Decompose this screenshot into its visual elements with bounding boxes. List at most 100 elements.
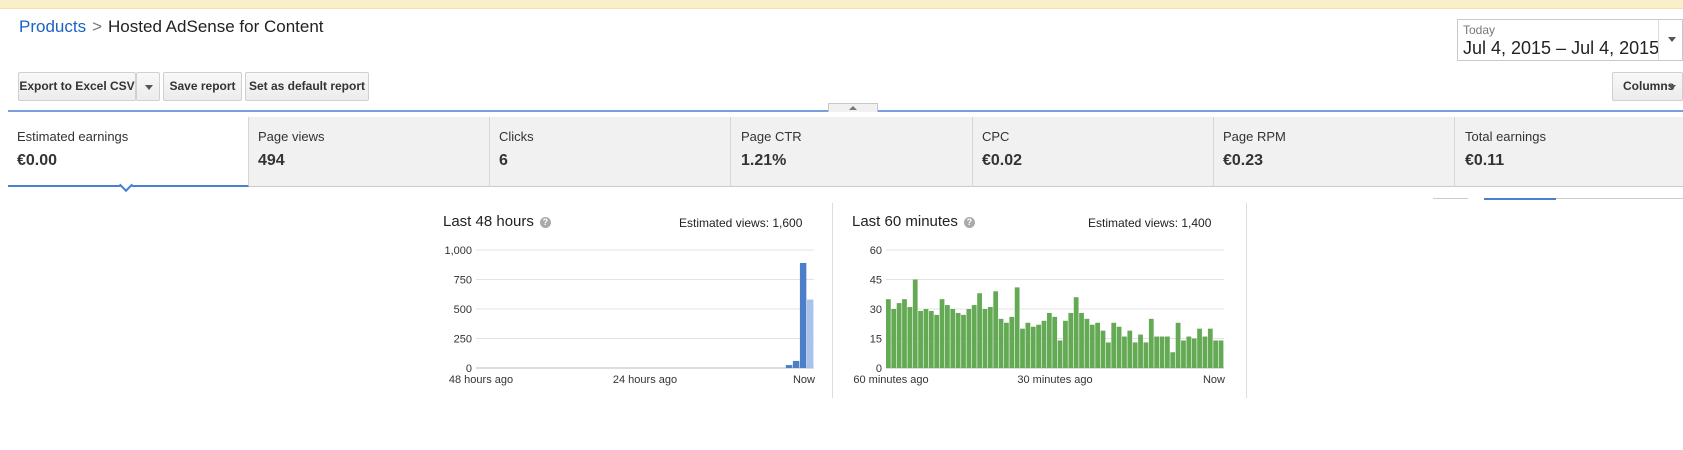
- chart-60m-bar[interactable]: [1191, 338, 1197, 369]
- chart-60m-bar[interactable]: [1063, 320, 1068, 368]
- tab-strip-fragment: [1556, 198, 1683, 199]
- chart-48h-y-tick-label: 250: [454, 334, 472, 346]
- chart-60m-bar[interactable]: [982, 309, 988, 368]
- chart-48h-bar[interactable]: [792, 360, 800, 368]
- metric-value: 494: [258, 152, 285, 169]
- chart-48h-bar[interactable]: [799, 262, 807, 368]
- chart-60m-bar[interactable]: [1138, 334, 1143, 368]
- metric-tab-clicks[interactable]: Clicks 6: [490, 117, 731, 187]
- chart-60m-bar[interactable]: [1148, 318, 1154, 368]
- export-csv-button[interactable]: Export to Excel CSV: [18, 72, 136, 101]
- chart-60m-bar[interactable]: [1095, 322, 1101, 368]
- chart-60m-bar[interactable]: [1009, 316, 1015, 368]
- chart-48h-bar[interactable]: [806, 299, 814, 368]
- metric-tab-page-ctr[interactable]: Page CTR 1.21%: [732, 117, 973, 187]
- chart-60m-bar[interactable]: [1068, 312, 1074, 368]
- chart-60m-bar[interactable]: [1197, 328, 1202, 368]
- chart-60m-bar[interactable]: [1030, 326, 1036, 368]
- chart-60m-bar[interactable]: [1132, 342, 1138, 368]
- chart-48h-x-tick-label: Now: [793, 374, 815, 386]
- chart-60m-bar[interactable]: [955, 312, 961, 368]
- export-options-dropdown[interactable]: [136, 72, 160, 101]
- chart-60m-bar[interactable]: [993, 291, 999, 368]
- chart-48h-y-tick-label: 1,000: [444, 245, 472, 257]
- chart-60m-bar[interactable]: [966, 309, 972, 368]
- date-range-picker[interactable]: Today Jul 4, 2015 – Jul 4, 2015: [1457, 19, 1683, 61]
- chart-60m-bar[interactable]: [1089, 324, 1095, 368]
- chart-60m-bar[interactable]: [912, 279, 918, 369]
- chart-60m-bar[interactable]: [928, 310, 934, 368]
- breadcrumb-products-link[interactable]: Products: [19, 17, 86, 36]
- chart-60m-bar[interactable]: [1127, 330, 1133, 368]
- chart-60m-bar[interactable]: [1218, 340, 1224, 368]
- chart-60m-bar[interactable]: [950, 309, 956, 368]
- chart-60m-bar[interactable]: [1164, 336, 1170, 368]
- metric-tab-cpc[interactable]: CPC €0.02: [973, 117, 1214, 187]
- columns-button[interactable]: Columns: [1612, 72, 1683, 101]
- chart-60m-bar[interactable]: [886, 299, 891, 368]
- chart-60m-bar[interactable]: [987, 307, 993, 368]
- save-report-button[interactable]: Save report: [163, 72, 242, 101]
- chart-60m-bar[interactable]: [896, 303, 902, 368]
- chart-60m-bar[interactable]: [939, 299, 945, 368]
- panel-divider: [832, 203, 833, 398]
- chart-60m-bar[interactable]: [1213, 340, 1219, 368]
- chart-60m-bar[interactable]: [945, 305, 950, 368]
- chart-60m-bar[interactable]: [1100, 330, 1106, 368]
- metric-tab-page-rpm[interactable]: Page RPM €0.23: [1214, 117, 1455, 187]
- chart-60m-bar[interactable]: [918, 310, 923, 368]
- metric-name: Page RPM: [1223, 129, 1286, 144]
- chart-60m-bar[interactable]: [1105, 342, 1111, 368]
- chart-60m-bar[interactable]: [1046, 312, 1052, 368]
- chart-60m-bar[interactable]: [1181, 340, 1186, 368]
- chart-60m-bar[interactable]: [1084, 318, 1090, 368]
- tab-strip-fragment: [1484, 198, 1556, 200]
- chart-60m-x-tick-label: Now: [1203, 374, 1225, 386]
- chart-60m-bar[interactable]: [1014, 287, 1020, 368]
- chart-60m-bar[interactable]: [1186, 336, 1192, 368]
- breadcrumb-separator: >: [92, 17, 103, 36]
- metric-name: Total earnings: [1465, 129, 1546, 144]
- chart-60m-bar[interactable]: [1154, 336, 1160, 368]
- chart-60m-bar[interactable]: [977, 293, 982, 368]
- chart-60m-bar[interactable]: [1025, 322, 1031, 368]
- metric-name: Estimated earnings: [17, 129, 129, 144]
- set-default-report-button[interactable]: Set as default report: [245, 72, 369, 101]
- chevron-down-icon[interactable]: [1658, 20, 1683, 60]
- metric-tab-estimated-earnings[interactable]: Estimated earnings €0.00: [8, 117, 249, 193]
- metric-value: €0.23: [1223, 152, 1264, 169]
- chart-60m-bar[interactable]: [1143, 342, 1149, 368]
- chart-60m-bar[interactable]: [1073, 297, 1079, 368]
- chart-60m-bar[interactable]: [1004, 322, 1009, 368]
- chart-60m-bar[interactable]: [998, 318, 1004, 368]
- chart-60m-bar[interactable]: [1202, 336, 1208, 368]
- chart-60m-bar[interactable]: [891, 309, 897, 368]
- chart-60m-bar[interactable]: [934, 314, 940, 368]
- chart-60m-bar[interactable]: [1170, 352, 1176, 368]
- metric-tab-page-views[interactable]: Page views 494: [249, 117, 490, 187]
- chart-60m-bar[interactable]: [1079, 312, 1084, 368]
- chart-60m-bar[interactable]: [1122, 336, 1127, 368]
- chart-48h-bar[interactable]: [785, 365, 793, 368]
- chart-60m-bar[interactable]: [1159, 336, 1165, 368]
- metric-tab-total-earnings[interactable]: Total earnings €0.11: [1456, 117, 1683, 187]
- chart-60m-bar[interactable]: [1207, 328, 1213, 368]
- help-icon[interactable]: ?: [539, 217, 551, 228]
- chart-60m-bar[interactable]: [923, 309, 929, 368]
- chart-60m-bar[interactable]: [1041, 320, 1047, 368]
- chart-60m-y-tick-label: 60: [870, 245, 882, 257]
- chart-60m-bar[interactable]: [1175, 322, 1181, 368]
- chart-60m-bar[interactable]: [961, 314, 966, 368]
- chart-60m-bar[interactable]: [1057, 340, 1063, 368]
- chart-60m-bar[interactable]: [1111, 322, 1117, 368]
- help-icon[interactable]: ?: [963, 217, 975, 228]
- chart-60m-bar[interactable]: [1020, 328, 1025, 368]
- chart-60m-bar[interactable]: [1052, 316, 1058, 368]
- chart-60m-bar[interactable]: [902, 299, 907, 368]
- collapse-toolbar-toggle[interactable]: [828, 103, 878, 112]
- chart-60m-bar[interactable]: [907, 307, 913, 368]
- chart-60m-bar[interactable]: [1116, 326, 1122, 368]
- chart-60m-bar[interactable]: [1036, 324, 1041, 368]
- chart-60m-bar[interactable]: [971, 305, 977, 368]
- tab-strip-fragment: [1433, 198, 1468, 199]
